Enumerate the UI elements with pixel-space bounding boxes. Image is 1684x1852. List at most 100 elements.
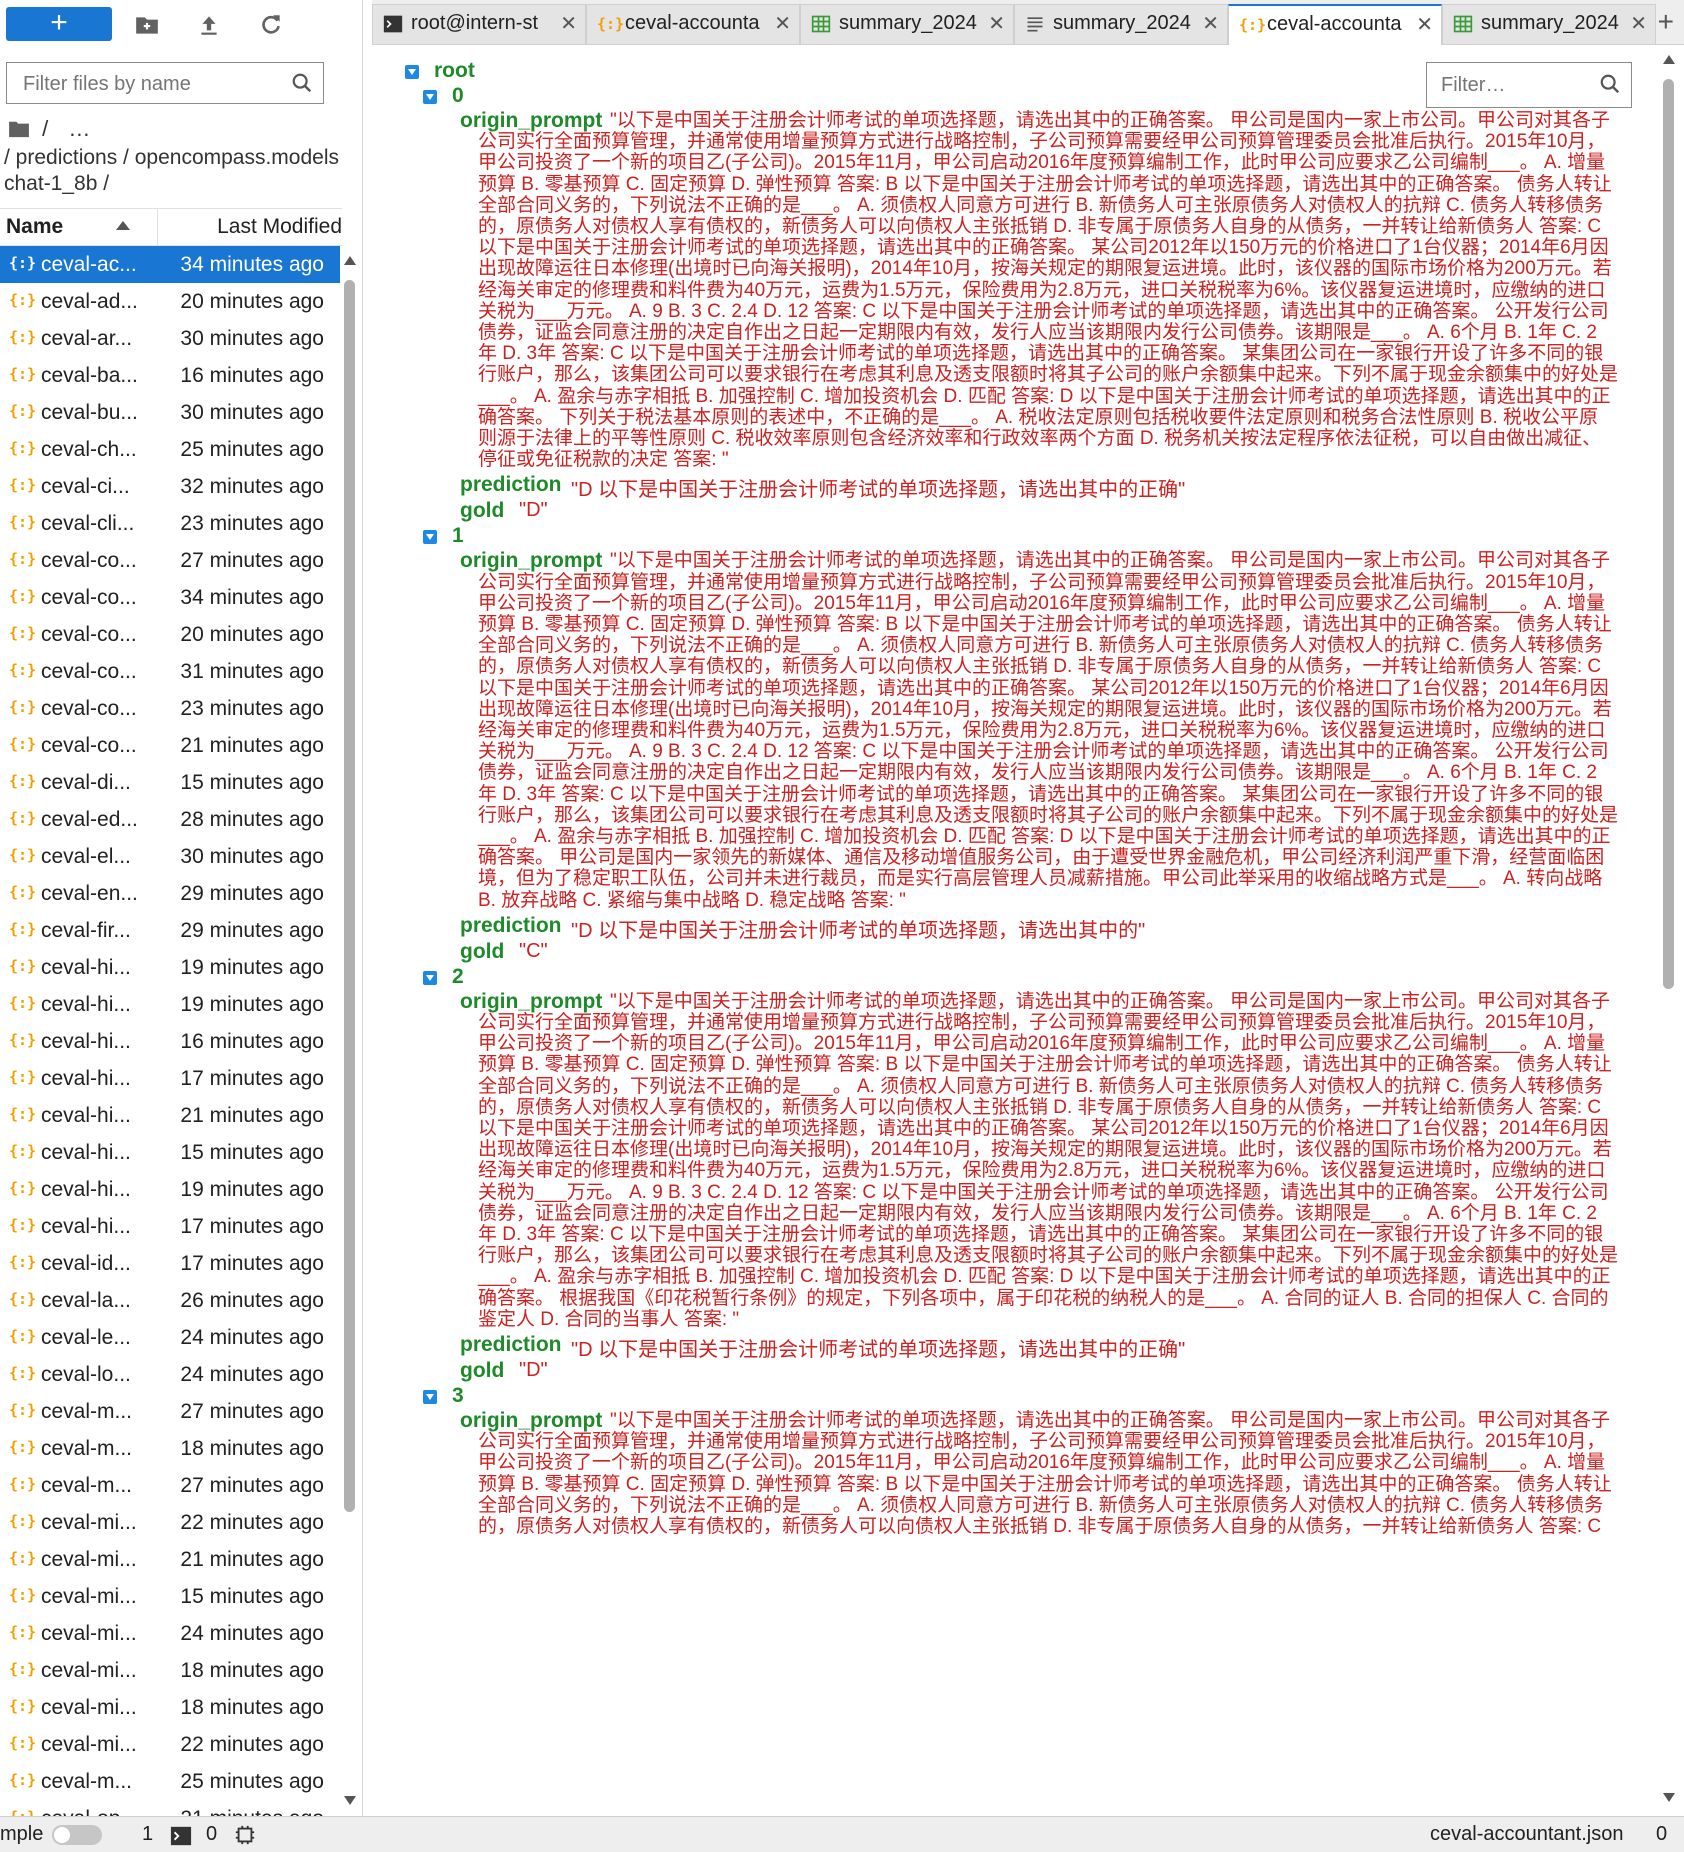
file-row[interactable]: {:} ceval-en... 29 minutes ago [0, 875, 340, 912]
scrollbar-thumb[interactable] [1663, 79, 1674, 989]
scrollbar-thumb[interactable] [344, 280, 355, 1512]
collapse-toggle[interactable] [423, 530, 437, 545]
breadcrumb-path-tail[interactable]: chat-1_8b / [4, 172, 109, 196]
close-icon[interactable]: ✕ [774, 11, 791, 36]
json-file-icon: {:} [9, 1031, 37, 1049]
close-icon[interactable]: ✕ [560, 11, 577, 36]
collapse-toggle[interactable] [423, 970, 437, 985]
upload-icon[interactable] [196, 12, 222, 38]
file-row[interactable]: {:} ceval-ac... 34 minutes ago [0, 246, 340, 283]
file-row[interactable]: {:} ceval-fir... 29 minutes ago [0, 912, 340, 949]
close-icon[interactable]: ✕ [1416, 12, 1433, 37]
close-icon[interactable]: ✕ [988, 11, 1005, 36]
terminal-icon[interactable] [170, 1825, 192, 1847]
file-modified: 20 minutes ago [180, 623, 324, 646]
file-row[interactable]: {:} ceval-co... 31 minutes ago [0, 653, 340, 690]
collapse-toggle[interactable] [423, 90, 437, 104]
file-row[interactable]: {:} ceval-hi... 19 minutes ago [0, 949, 340, 986]
file-row[interactable]: {:} ceval-m... 25 minutes ago [0, 1763, 340, 1800]
file-row[interactable]: {:} ceval-op... 21 minutes ago [0, 1800, 340, 1816]
scroll-up-icon[interactable] [1663, 55, 1675, 64]
breadcrumb-root[interactable]: / [42, 116, 48, 141]
file-row[interactable]: {:} ceval-mi... 18 minutes ago [0, 1652, 340, 1689]
tab-5[interactable]: summary_2024 ✕ [1442, 4, 1656, 44]
column-last-modified[interactable]: Last Modified [217, 215, 342, 239]
file-row[interactable]: {:} ceval-ch... 25 minutes ago [0, 431, 340, 468]
breadcrumb-ellipsis[interactable]: … [68, 116, 90, 141]
file-row[interactable]: {:} ceval-lo... 24 minutes ago [0, 1356, 340, 1393]
json-string-line: 境，但为了稳定职工队伍，公司并未进行裁员，而是实行高层管理人员减薪措施。甲公司此… [478, 868, 1603, 890]
file-row[interactable]: {:} ceval-co... 21 minutes ago [0, 727, 340, 764]
file-row[interactable]: {:} ceval-le... 24 minutes ago [0, 1319, 340, 1356]
collapse-toggle[interactable] [405, 65, 419, 79]
scroll-down-icon[interactable] [344, 1796, 356, 1805]
file-row[interactable]: {:} ceval-hi... 17 minutes ago [0, 1060, 340, 1097]
file-row[interactable]: {:} ceval-m... 27 minutes ago [0, 1467, 340, 1504]
scroll-up-icon[interactable] [344, 256, 356, 265]
tab-0[interactable]: root@intern-st ✕ [372, 4, 586, 44]
json-string-line: 债券，证监会同意注册的决定自作出之日起一定期限内有效，发行人应当该期限内发行公司… [478, 762, 1597, 784]
file-row[interactable]: {:} ceval-co... 20 minutes ago [0, 616, 340, 653]
file-row[interactable]: {:} ceval-bu... 30 minutes ago [0, 394, 340, 431]
column-name[interactable]: Name [6, 215, 63, 239]
file-row[interactable]: {:} ceval-ad... 20 minutes ago [0, 283, 340, 320]
new-folder-icon[interactable] [134, 12, 160, 38]
file-filter-box[interactable] [6, 62, 324, 104]
tab-3[interactable]: summary_2024 ✕ [1014, 4, 1228, 44]
file-row[interactable]: {:} ceval-hi... 21 minutes ago [0, 1097, 340, 1134]
file-row[interactable]: {:} ceval-ar... 30 minutes ago [0, 320, 340, 357]
folder-icon[interactable] [8, 120, 30, 138]
file-row[interactable]: {:} ceval-cli... 23 minutes ago [0, 505, 340, 542]
file-row[interactable]: {:} ceval-mi... 21 minutes ago [0, 1541, 340, 1578]
collapse-toggle[interactable] [423, 1390, 437, 1404]
json-filter-box[interactable] [1426, 62, 1632, 108]
file-row[interactable]: {:} ceval-hi... 19 minutes ago [0, 1171, 340, 1208]
sort-ascending-icon[interactable] [116, 221, 130, 230]
file-modified: 24 minutes ago [180, 1622, 324, 1645]
file-row[interactable]: {:} ceval-mi... 18 minutes ago [0, 1689, 340, 1726]
file-modified: 30 minutes ago [180, 845, 324, 868]
terminal-count[interactable]: 0 [206, 1823, 217, 1846]
simple-mode-toggle[interactable] [52, 1825, 102, 1845]
kernel-count[interactable]: 1 [142, 1823, 153, 1846]
refresh-icon[interactable] [258, 12, 284, 38]
file-row[interactable]: {:} ceval-ba... 16 minutes ago [0, 357, 340, 394]
file-row[interactable]: {:} ceval-di... 15 minutes ago [0, 764, 340, 801]
add-tab-button[interactable]: + [1658, 6, 1674, 38]
file-filter-input[interactable] [21, 72, 285, 97]
file-row[interactable]: {:} ceval-hi... 17 minutes ago [0, 1208, 340, 1245]
tab-4[interactable]: {:} ceval-accounta ✕ [1228, 4, 1442, 45]
file-row[interactable]: {:} ceval-co... 27 minutes ago [0, 542, 340, 579]
tab-1[interactable]: {:} ceval-accounta ✕ [586, 4, 800, 44]
file-row[interactable]: {:} ceval-mi... 24 minutes ago [0, 1615, 340, 1652]
file-name: ceval-mi... [41, 1585, 137, 1608]
file-row[interactable]: {:} ceval-m... 18 minutes ago [0, 1430, 340, 1467]
tab-2[interactable]: summary_2024 ✕ [800, 4, 1014, 44]
file-row[interactable]: {:} ceval-id... 17 minutes ago [0, 1245, 340, 1282]
cpu-icon[interactable] [234, 1824, 256, 1846]
file-row[interactable]: {:} ceval-mi... 15 minutes ago [0, 1578, 340, 1615]
file-row[interactable]: {:} ceval-hi... 15 minutes ago [0, 1134, 340, 1171]
file-name: ceval-ba... [41, 364, 138, 387]
file-row[interactable]: {:} ceval-hi... 16 minutes ago [0, 1023, 340, 1060]
file-row[interactable]: {:} ceval-ed... 28 minutes ago [0, 801, 340, 838]
file-list-scrollbar[interactable] [344, 256, 356, 1816]
new-launcher-button[interactable]: + [6, 7, 112, 41]
file-row[interactable]: {:} ceval-el... 30 minutes ago [0, 838, 340, 875]
file-row[interactable]: {:} ceval-mi... 22 minutes ago [0, 1726, 340, 1763]
file-row[interactable]: {:} ceval-ci... 32 minutes ago [0, 468, 340, 505]
file-row[interactable]: {:} ceval-co... 23 minutes ago [0, 690, 340, 727]
file-row[interactable]: {:} ceval-co... 34 minutes ago [0, 579, 340, 616]
close-icon[interactable]: ✕ [1202, 11, 1219, 36]
file-name: ceval-m... [41, 1474, 133, 1497]
json-string-line: 年 D. 3年 答案: C 以下是中国关于注册会计师考试的单项选择题，请选出其中… [478, 343, 1604, 365]
file-row[interactable]: {:} ceval-m... 27 minutes ago [0, 1393, 340, 1430]
json-filter-input[interactable] [1439, 73, 1593, 98]
breadcrumb-path[interactable]: / predictions / opencompass.models [4, 146, 339, 170]
json-viewer-scrollbar[interactable] [1662, 55, 1676, 1815]
file-row[interactable]: {:} ceval-hi... 19 minutes ago [0, 986, 340, 1023]
close-icon[interactable]: ✕ [1630, 11, 1647, 36]
file-row[interactable]: {:} ceval-la... 26 minutes ago [0, 1282, 340, 1319]
scroll-down-icon[interactable] [1663, 1793, 1675, 1802]
file-row[interactable]: {:} ceval-mi... 22 minutes ago [0, 1504, 340, 1541]
